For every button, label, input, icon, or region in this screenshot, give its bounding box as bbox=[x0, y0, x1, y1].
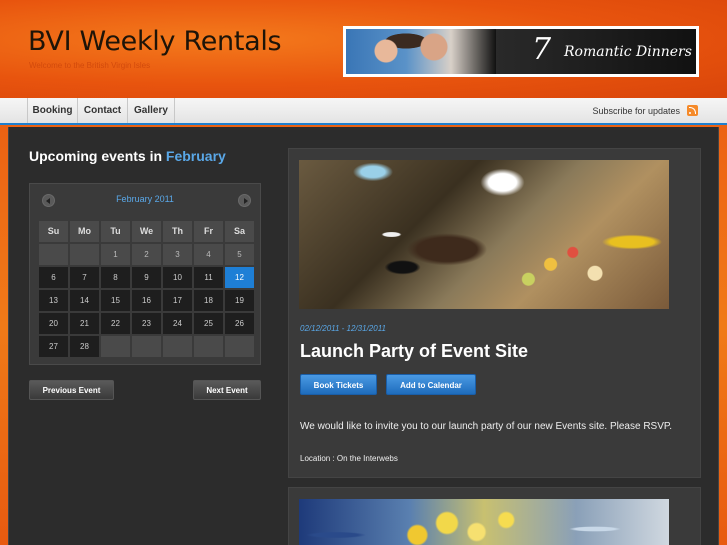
calendar-day[interactable]: 5 bbox=[225, 244, 254, 265]
banner-number: 7 bbox=[532, 32, 552, 67]
calendar-day[interactable]: 2 bbox=[132, 244, 161, 265]
calendar-day[interactable]: 24 bbox=[163, 313, 192, 334]
calendar-weekday: Mo bbox=[70, 221, 99, 242]
calendar-empty-cell bbox=[194, 336, 223, 357]
next-event-button[interactable]: Next Event bbox=[193, 380, 261, 400]
previous-event-button[interactable]: Previous Event bbox=[29, 380, 114, 400]
subscribe-link[interactable]: Subscribe for updates bbox=[592, 98, 680, 123]
calendar-day[interactable]: 8 bbox=[101, 267, 130, 288]
calendar-weekday: Fr bbox=[194, 221, 223, 242]
event-photo[interactable] bbox=[299, 160, 669, 309]
calendar-day[interactable]: 26 bbox=[225, 313, 254, 334]
calendar-empty-cell bbox=[70, 244, 99, 265]
banner-photo bbox=[346, 29, 496, 74]
rss-icon[interactable] bbox=[687, 105, 698, 116]
calendar-empty-cell bbox=[163, 336, 192, 357]
calendar-empty-cell bbox=[39, 244, 68, 265]
calendar-day[interactable]: 3 bbox=[163, 244, 192, 265]
content-panel: Upcoming events in February February 201… bbox=[8, 127, 719, 545]
next-month-icon[interactable] bbox=[238, 194, 251, 207]
calendar-day[interactable]: 21 bbox=[70, 313, 99, 334]
banner-image: 7 Romantic Dinners bbox=[346, 29, 696, 74]
calendar-day[interactable]: 20 bbox=[39, 313, 68, 334]
event-calendar: February 2011 Su Mo Tu We Th Fr Sa 1 2 3 4 5 6 7 8 9 10 1… bbox=[29, 183, 261, 365]
upcoming-heading: Upcoming events in February bbox=[29, 148, 226, 164]
calendar-day[interactable]: 23 bbox=[132, 313, 161, 334]
calendar-day[interactable]: 6 bbox=[39, 267, 68, 288]
calendar-day[interactable]: 7 bbox=[70, 267, 99, 288]
calendar-day[interactable]: 22 bbox=[101, 313, 130, 334]
calendar-day[interactable]: 10 bbox=[163, 267, 192, 288]
calendar-day[interactable]: 18 bbox=[194, 290, 223, 311]
event-card bbox=[288, 487, 701, 545]
calendar-day[interactable]: 17 bbox=[163, 290, 192, 311]
calendar-empty-cell bbox=[132, 336, 161, 357]
calendar-day[interactable]: 14 bbox=[70, 290, 99, 311]
site-tagline: Welcome to the British Virgin Isles bbox=[29, 61, 151, 70]
calendar-day[interactable]: 1 bbox=[101, 244, 130, 265]
nav-booking[interactable]: Booking bbox=[27, 98, 78, 123]
event-title[interactable]: Launch Party of Event Site bbox=[300, 341, 528, 362]
calendar-day[interactable]: 11 bbox=[194, 267, 223, 288]
calendar-day[interactable]: 4 bbox=[194, 244, 223, 265]
calendar-weekday: We bbox=[132, 221, 161, 242]
calendar-weekday: Th bbox=[163, 221, 192, 242]
calendar-day[interactable]: 12 bbox=[225, 267, 254, 288]
add-to-calendar-button[interactable]: Add to Calendar bbox=[386, 374, 476, 395]
banner-text: Romantic Dinners bbox=[564, 44, 692, 60]
banner-ad[interactable]: 7 Romantic Dinners bbox=[343, 26, 699, 77]
event-photo[interactable] bbox=[299, 499, 669, 545]
calendar-empty-cell bbox=[101, 336, 130, 357]
nav-gallery[interactable]: Gallery bbox=[128, 98, 175, 123]
calendar-day[interactable]: 13 bbox=[39, 290, 68, 311]
calendar-empty-cell bbox=[225, 336, 254, 357]
event-location: Location : On the Interwebs bbox=[300, 454, 398, 463]
calendar-weekday: Su bbox=[39, 221, 68, 242]
site-title[interactable]: BVI Weekly Rentals bbox=[28, 26, 282, 57]
calendar-day[interactable]: 15 bbox=[101, 290, 130, 311]
upcoming-heading-text: Upcoming events in bbox=[29, 148, 163, 164]
upcoming-heading-month: February bbox=[165, 148, 226, 164]
calendar-weekday: Sa bbox=[225, 221, 254, 242]
main-nav: Booking Contact Gallery Subscribe for up… bbox=[0, 98, 727, 125]
calendar-weekday: Tu bbox=[101, 221, 130, 242]
calendar-day[interactable]: 28 bbox=[70, 336, 99, 357]
event-date-range: 02/12/2011 - 12/31/2011 bbox=[300, 324, 386, 333]
book-tickets-button[interactable]: Book Tickets bbox=[300, 374, 377, 395]
event-card: 02/12/2011 - 12/31/2011 Launch Party of … bbox=[288, 148, 701, 478]
calendar-title: February 2011 bbox=[116, 194, 174, 204]
calendar-day[interactable]: 16 bbox=[132, 290, 161, 311]
calendar-day[interactable]: 9 bbox=[132, 267, 161, 288]
calendar-header: February 2011 bbox=[30, 184, 260, 216]
site-header: BVI Weekly Rentals Welcome to the Britis… bbox=[0, 0, 727, 98]
calendar-day[interactable]: 19 bbox=[225, 290, 254, 311]
calendar-day[interactable]: 25 bbox=[194, 313, 223, 334]
event-description: We would like to invite you to our launc… bbox=[300, 421, 673, 432]
calendar-day[interactable]: 27 bbox=[39, 336, 68, 357]
nav-contact[interactable]: Contact bbox=[78, 98, 128, 123]
